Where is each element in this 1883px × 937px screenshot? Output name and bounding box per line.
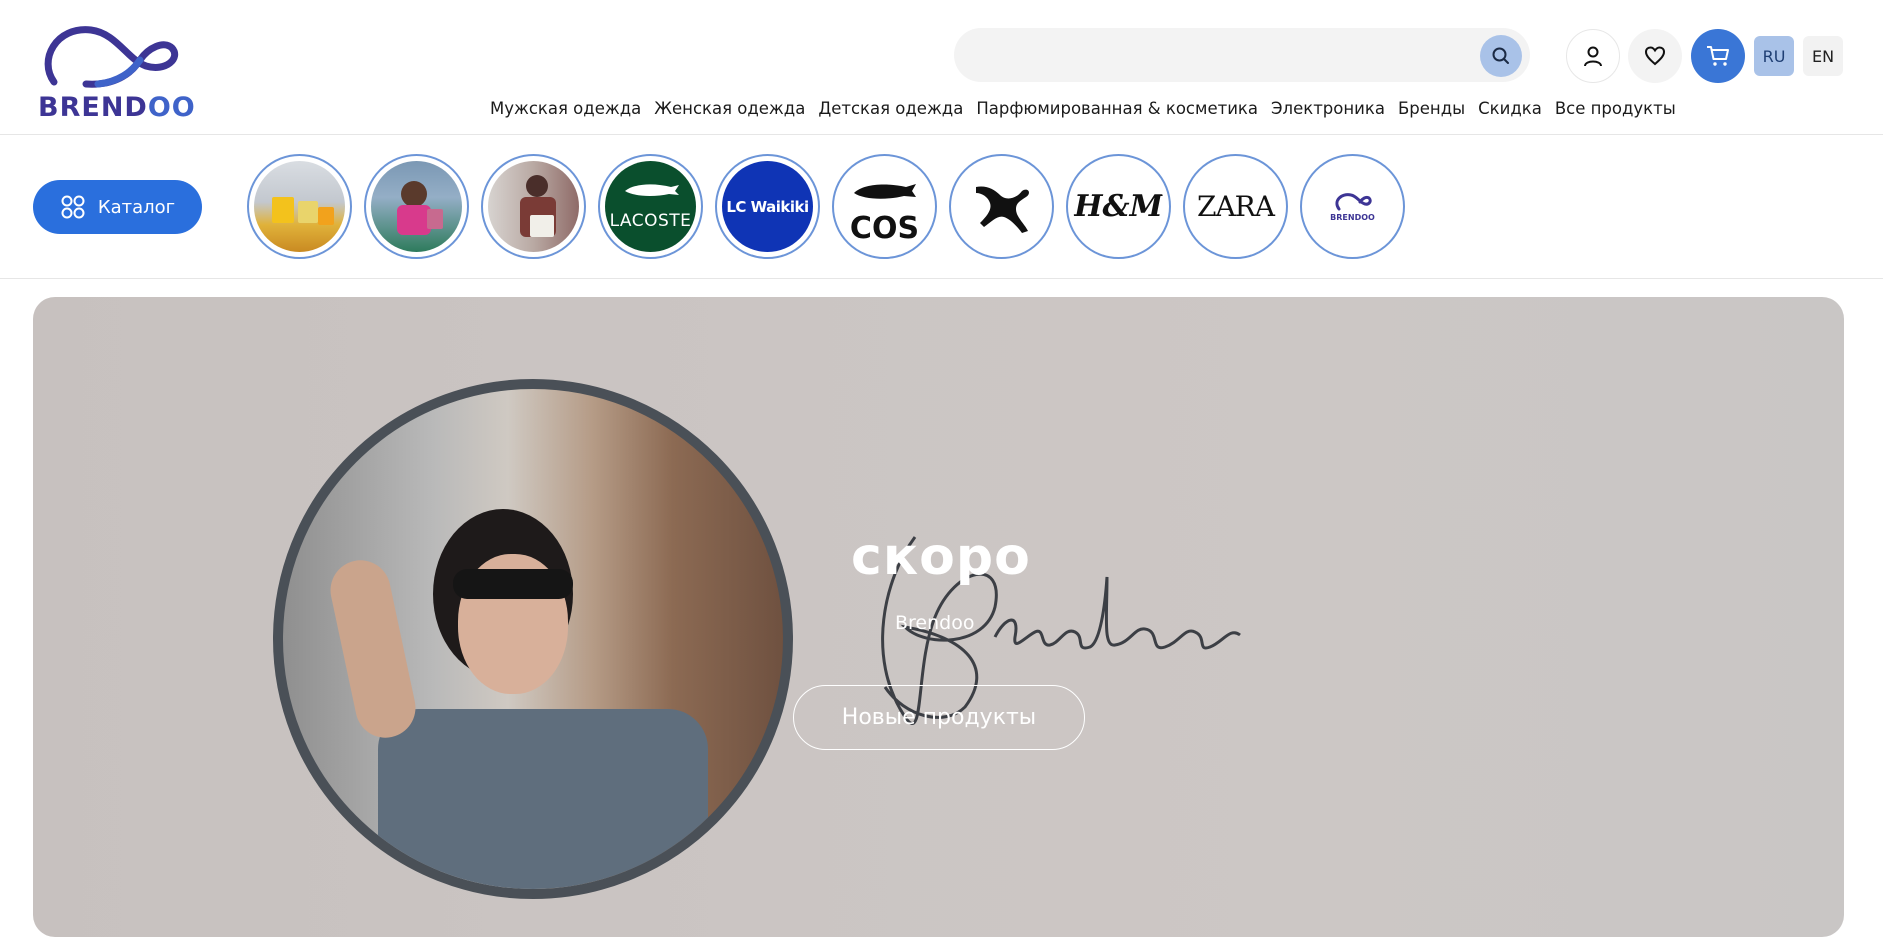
story-brendoo[interactable]: BRENDOO [1300, 154, 1405, 259]
hero-woman-photo [273, 379, 793, 899]
crocodile-icon [853, 184, 916, 199]
lacoste-label: LACOSTE [609, 211, 692, 231]
nav-kids-clothing[interactable]: Детская одежда [818, 99, 963, 118]
subheader: Каталог LACOSTE LC Waikiki COS H&M ZARA … [0, 136, 1883, 279]
hero-banner: скоро Brendoo Новые продукты [33, 297, 1844, 937]
story-puma[interactable] [949, 154, 1054, 259]
hero-title: скоро [851, 527, 1031, 587]
puma-icon [975, 185, 1029, 233]
story-zara[interactable]: ZARA [1183, 154, 1288, 259]
brendoo-label: BRENDOO [1330, 213, 1375, 222]
story-hm[interactable]: H&M [1066, 154, 1171, 259]
heart-icon [1644, 46, 1666, 66]
lcwaikiki-label: LC Waikiki [726, 197, 809, 216]
hero-subtitle: Brendoo [895, 612, 975, 634]
brendoo-logo: BRENDOO [1307, 161, 1398, 252]
woman-bags-image [488, 161, 579, 252]
lcwaikiki-logo: LC Waikiki [722, 161, 813, 252]
new-products-button[interactable]: Новые продукты [793, 685, 1085, 750]
story-woman-bags[interactable] [481, 154, 586, 259]
catalog-grid-icon [61, 195, 85, 219]
hm-logo: H&M [1073, 161, 1164, 252]
site-header: BRENDOO RU EN Мужская одежда Женская оде… [0, 0, 1883, 135]
puma-logo [956, 161, 1047, 252]
main-navigation: Мужская одежда Женская одежда Детская од… [490, 99, 1676, 118]
logo-infinity-icon [44, 26, 179, 88]
search-bar[interactable] [954, 28, 1530, 82]
story-woman-shopping[interactable] [364, 154, 469, 259]
zara-logo: ZARA [1190, 161, 1281, 252]
nav-womens-clothing[interactable]: Женская одежда [654, 99, 805, 118]
crocodile-icon [624, 184, 679, 196]
nav-brands[interactable]: Бренды [1398, 99, 1465, 118]
shopping-bags-image [254, 161, 345, 252]
catalog-button[interactable]: Каталог [33, 180, 202, 234]
language-ru-button[interactable]: RU [1754, 36, 1794, 76]
hm-label: H&M [1074, 189, 1163, 224]
nav-perfume-cosmetics[interactable]: Парфюмированная & косметика [976, 99, 1258, 118]
search-icon [1492, 47, 1509, 64]
cart-icon [1707, 46, 1729, 66]
catalog-label: Каталог [97, 196, 176, 218]
cos-label: COS [849, 211, 920, 246]
user-icon [1584, 46, 1602, 67]
nav-discount[interactable]: Скидка [1478, 99, 1542, 118]
favorites-button[interactable] [1628, 29, 1682, 83]
logo-text: BRENDOO [38, 92, 196, 123]
logo-infinity-icon [1334, 193, 1372, 211]
account-button[interactable] [1566, 29, 1620, 83]
woman-shopping-image [371, 161, 462, 252]
brand-stories: LACOSTE LC Waikiki COS H&M ZARA BRENDOO [247, 154, 1405, 259]
brand-logo[interactable]: BRENDOO [36, 20, 195, 123]
nav-all-products[interactable]: Все продукты [1555, 99, 1676, 118]
cos-logo: COS [839, 161, 930, 252]
story-lcwaikiki[interactable]: LC Waikiki [715, 154, 820, 259]
story-cos[interactable]: COS [832, 154, 937, 259]
lacoste-logo: LACOSTE [605, 161, 696, 252]
cart-button[interactable] [1691, 29, 1745, 83]
zara-label: ZARA [1197, 190, 1275, 223]
story-lacoste[interactable]: LACOSTE [598, 154, 703, 259]
search-button[interactable] [1480, 35, 1522, 77]
story-shopping-bags[interactable] [247, 154, 352, 259]
language-en-button[interactable]: EN [1803, 36, 1843, 76]
nav-electronics[interactable]: Электроника [1271, 99, 1385, 118]
nav-mens-clothing[interactable]: Мужская одежда [490, 99, 641, 118]
